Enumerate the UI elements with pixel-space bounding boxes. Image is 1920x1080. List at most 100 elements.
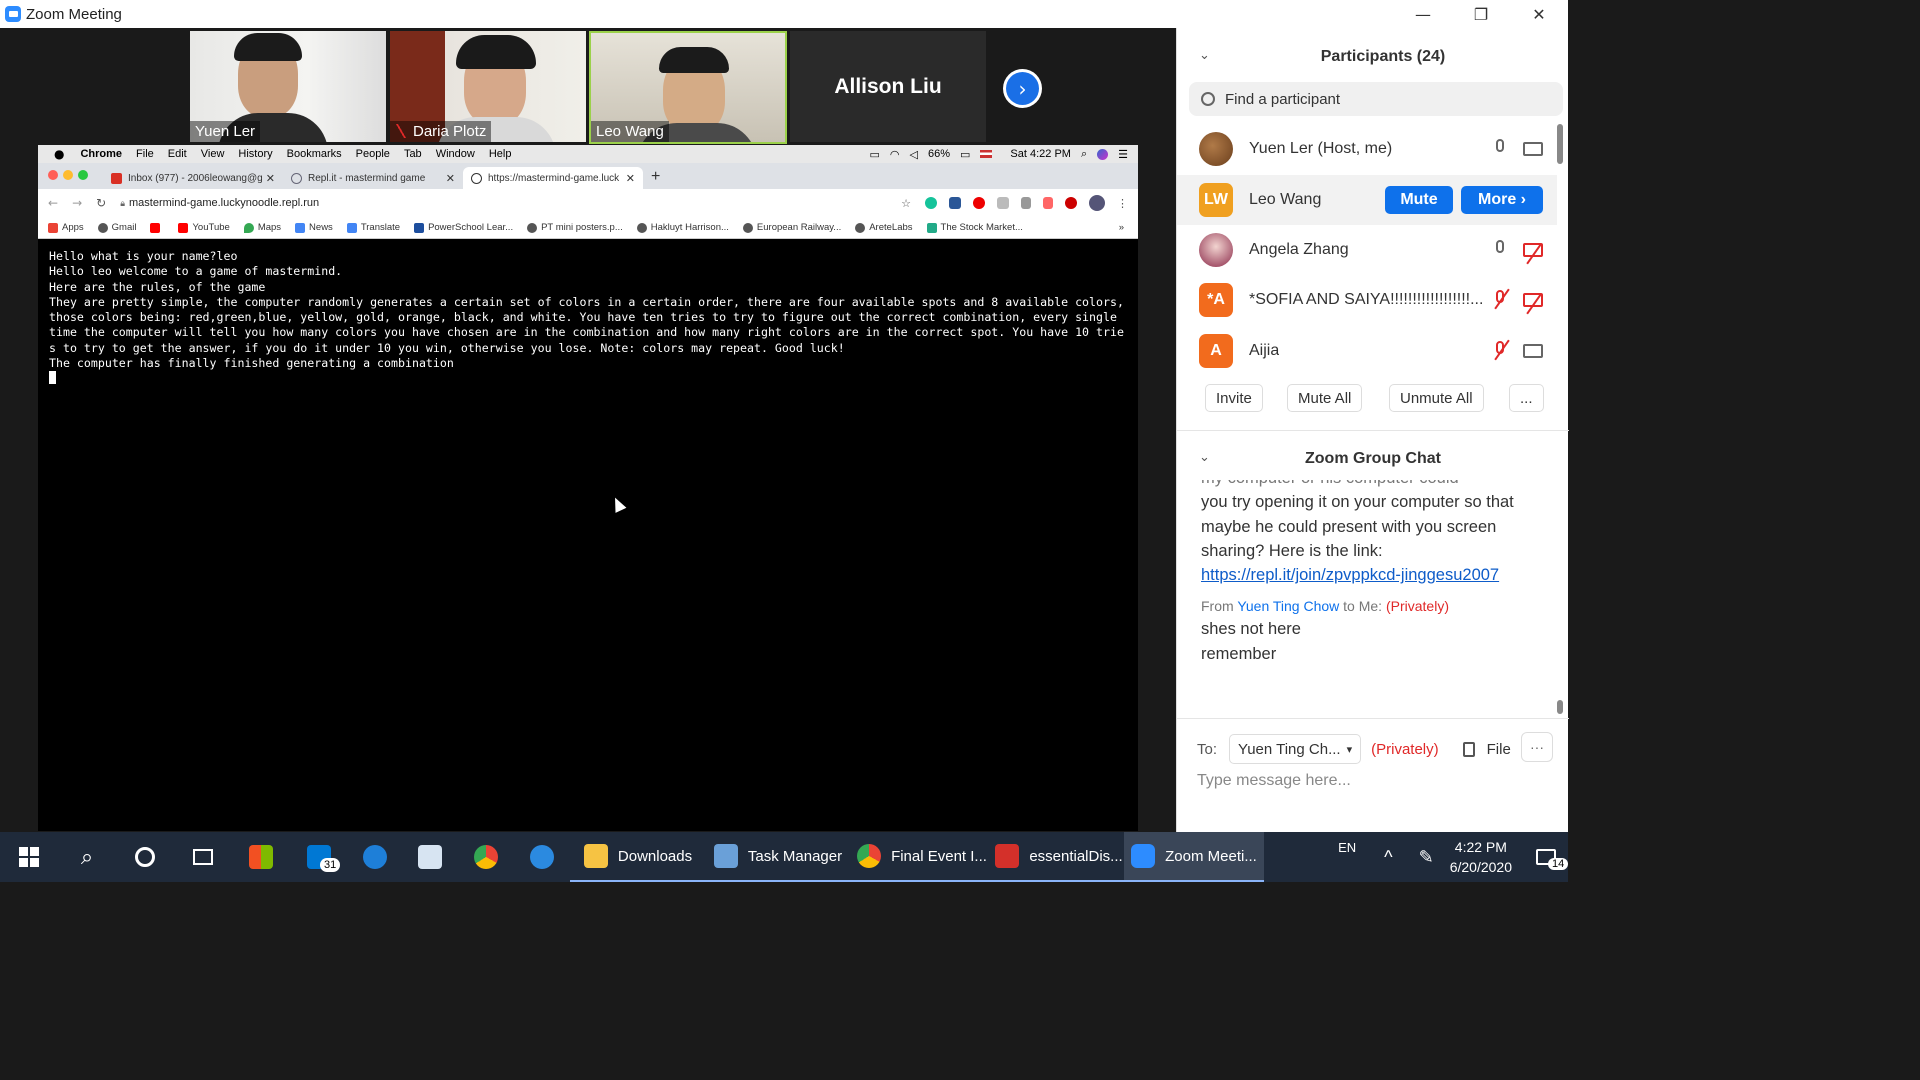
bookmark-stock-market[interactable]: The Stock Market... (926, 222, 1023, 233)
more-actions-button[interactable]: ... (1509, 384, 1544, 412)
taskbar-app-chrome[interactable]: Final Event I... (850, 832, 994, 882)
app-button[interactable] (514, 832, 570, 882)
search-button[interactable]: ⌕ (58, 832, 116, 882)
extension-icon[interactable] (949, 197, 961, 209)
participant-row[interactable]: Yuen Ler (Host, me) (1177, 124, 1557, 174)
video-tile[interactable]: Yuen Ler (190, 31, 386, 142)
participant-row[interactable]: Angela Zhang (1177, 225, 1557, 275)
chat-message-input[interactable]: Type message here... (1197, 772, 1351, 790)
menu-item[interactable]: Chrome (80, 148, 122, 160)
chat-link[interactable]: https://repl.it/join/zpvppkcd-jinggesu20… (1201, 566, 1499, 584)
bookmark-gmail[interactable]: Gmail (97, 222, 136, 233)
bookmark-youtube-icon[interactable] (150, 222, 164, 233)
menu-item[interactable]: Window (436, 148, 475, 160)
clock[interactable]: Sat 4:22 PM (1010, 148, 1071, 160)
camera-off-icon[interactable] (1523, 243, 1543, 257)
taskbar-app-task-manager[interactable]: Task Manager (706, 832, 850, 882)
video-tile[interactable]: Daria Plotz (390, 31, 586, 142)
bookmark-news[interactable]: News (295, 222, 333, 233)
siri-icon[interactable] (1097, 148, 1109, 160)
bookmarks-overflow[interactable]: » (1119, 222, 1124, 233)
sender-name[interactable]: Yuen Ting Chow (1237, 598, 1339, 614)
forward-icon[interactable]: → (72, 196, 82, 210)
adblock-icon[interactable] (973, 197, 985, 209)
participant-row-hover[interactable]: LW Leo Wang Mute More › (1177, 175, 1557, 225)
mic-muted-icon[interactable] (1493, 341, 1507, 361)
taskbar-app-pdf[interactable]: essentialDis... (994, 832, 1124, 882)
cortana-button[interactable] (116, 832, 174, 882)
tab-close-icon[interactable]: ✕ (266, 172, 275, 185)
menu-item[interactable]: People (356, 148, 390, 160)
browser-tab-active[interactable]: https://mastermind-game.luck ✕ (463, 167, 643, 189)
notification-center-icon[interactable]: ☰ (1118, 148, 1128, 161)
more-participant-button[interactable]: More › (1461, 186, 1543, 214)
airplay-icon[interactable]: ▭ (869, 148, 879, 161)
camera-icon[interactable] (1523, 142, 1543, 156)
wifi-icon[interactable]: ◠ (890, 148, 900, 161)
menu-item[interactable]: Bookmarks (287, 148, 342, 160)
pen-icon[interactable]: ✎ (1419, 847, 1434, 868)
chrome-button[interactable] (458, 832, 514, 882)
lock-icon[interactable]: 🔒︎ (120, 198, 125, 209)
flag-icon[interactable] (980, 150, 993, 158)
taskbar-clock[interactable]: 4:22 PM 6/20/2020 (1450, 837, 1512, 877)
taskbar-app-zoom[interactable]: Zoom Meeti... (1124, 832, 1264, 882)
grammarly-icon[interactable] (925, 197, 937, 209)
chat-scrollbar-thumb[interactable] (1557, 700, 1563, 714)
minimize-dot-icon[interactable] (63, 170, 73, 180)
chrome-menu-icon[interactable]: ⋮ (1117, 197, 1128, 210)
profile-avatar[interactable] (1089, 195, 1105, 211)
video-tile-active-speaker[interactable]: Leo Wang (589, 31, 787, 144)
restore-button[interactable]: ❐ (1452, 0, 1510, 28)
menu-item[interactable]: History (238, 148, 272, 160)
chevron-up-icon[interactable]: ^ (1384, 847, 1392, 868)
browser-tab[interactable]: Inbox (977) - 2006leowang@g ✕ (103, 167, 283, 189)
start-button[interactable] (0, 832, 58, 882)
store-button[interactable] (232, 832, 290, 882)
browser-tab[interactable]: Repl.it - mastermind game ✕ (283, 167, 463, 189)
participant-row[interactable]: *A *SOFIA AND SAIYA!!!!!!!!!!!!!!!!!!... (1177, 275, 1557, 325)
camera-off-icon[interactable] (1523, 293, 1543, 307)
bookmark-star-icon[interactable]: ☆ (901, 197, 911, 210)
minimize-button[interactable]: — (1394, 0, 1452, 28)
chat-more-button[interactable]: ··· (1521, 732, 1553, 762)
invite-button[interactable]: Invite (1205, 384, 1263, 412)
battery-icon[interactable]: ▭ (960, 148, 970, 161)
extension-icon[interactable] (1043, 197, 1053, 209)
action-center-button[interactable]: 14 (1524, 832, 1569, 882)
menu-item[interactable]: Edit (168, 148, 187, 160)
reload-icon[interactable]: ↻ (96, 196, 106, 210)
participant-row[interactable]: A Aijia (1177, 326, 1557, 376)
task-view-button[interactable] (174, 832, 232, 882)
camera-icon[interactable] (1523, 344, 1543, 358)
mute-all-button[interactable]: Mute All (1287, 384, 1363, 412)
extension-icon[interactable] (1021, 197, 1031, 209)
speaker-tile[interactable]: Allison Liu (790, 31, 986, 142)
unmute-all-button[interactable]: Unmute All (1389, 384, 1484, 412)
file-button[interactable]: File (1462, 741, 1511, 758)
repl-console-output[interactable]: Hello what is your name?leo Hello leo we… (38, 239, 1138, 399)
bookmark-translate[interactable]: Translate (346, 222, 400, 233)
new-tab-button[interactable]: + (651, 168, 660, 186)
menu-item[interactable]: Tab (404, 148, 422, 160)
url-field[interactable]: mastermind-game.luckynoodle.repl.run (129, 197, 319, 209)
mic-icon[interactable] (1493, 139, 1507, 159)
close-dot-icon[interactable] (48, 170, 58, 180)
bookmark-youtube[interactable]: YouTube (178, 222, 230, 233)
bookmark-european-railway[interactable]: European Railway... (742, 222, 841, 233)
edge-button[interactable] (348, 832, 402, 882)
menu-item[interactable]: Help (489, 148, 512, 160)
bookmark-powerschool[interactable]: PowerSchool Lear... (414, 222, 513, 233)
scrollbar[interactable] (1557, 122, 1565, 718)
zoom-dot-icon[interactable] (78, 170, 88, 180)
tab-close-icon[interactable]: ✕ (446, 172, 455, 185)
apple-icon[interactable]: ● (54, 147, 64, 161)
menu-item[interactable]: View (201, 148, 225, 160)
bookmark-apps[interactable]: Apps (48, 222, 84, 233)
recipient-dropdown[interactable]: Yuen Ting Ch... ▾ (1229, 734, 1362, 764)
bookmark-pt-posters[interactable]: PT mini posters.p... (527, 222, 623, 233)
tab-close-icon[interactable]: ✕ (626, 172, 635, 185)
language-indicator[interactable]: EN (1338, 840, 1356, 855)
bookmark-hakluyt[interactable]: Hakluyt Harrison... (636, 222, 729, 233)
close-button[interactable]: ✕ (1510, 0, 1568, 28)
